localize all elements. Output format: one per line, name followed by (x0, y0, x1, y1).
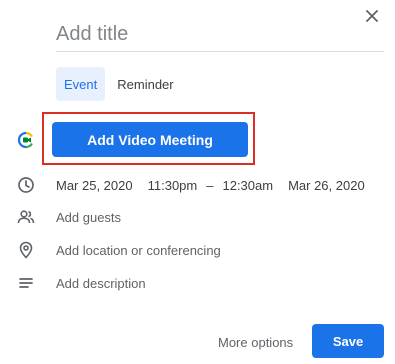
event-type-tabs: Event Reminder (56, 67, 186, 101)
location-pin-icon (16, 240, 36, 260)
start-date[interactable]: Mar 25, 2020 (56, 178, 133, 193)
end-date[interactable]: Mar 26, 2020 (288, 178, 365, 193)
close-icon (366, 10, 378, 22)
add-video-meeting-button[interactable]: Add Video Meeting (52, 122, 248, 157)
time-separator: – (206, 177, 214, 193)
notes-icon (16, 273, 36, 293)
title-input[interactable] (56, 22, 384, 52)
add-description-field[interactable]: Add description (56, 276, 146, 291)
clock-icon (16, 175, 36, 195)
end-time[interactable]: 12:30am (222, 178, 273, 193)
guests-row[interactable]: Add guests (0, 207, 395, 227)
tab-reminder[interactable]: Reminder (109, 67, 181, 101)
location-row[interactable]: Add location or conferencing (0, 240, 395, 260)
start-time[interactable]: 11:30pm (148, 178, 198, 193)
description-row[interactable]: Add description (0, 273, 395, 293)
save-button[interactable]: Save (312, 324, 384, 358)
google-meet-icon (16, 130, 36, 150)
people-icon (16, 207, 36, 227)
tab-event[interactable]: Event (56, 67, 106, 101)
datetime-values: Mar 25, 2020 11:30pm – 12:30am Mar 26, 2… (56, 176, 365, 194)
add-guests-field[interactable]: Add guests (56, 210, 121, 225)
add-location-field[interactable]: Add location or conferencing (56, 243, 221, 258)
more-options-button[interactable]: More options (208, 326, 303, 358)
